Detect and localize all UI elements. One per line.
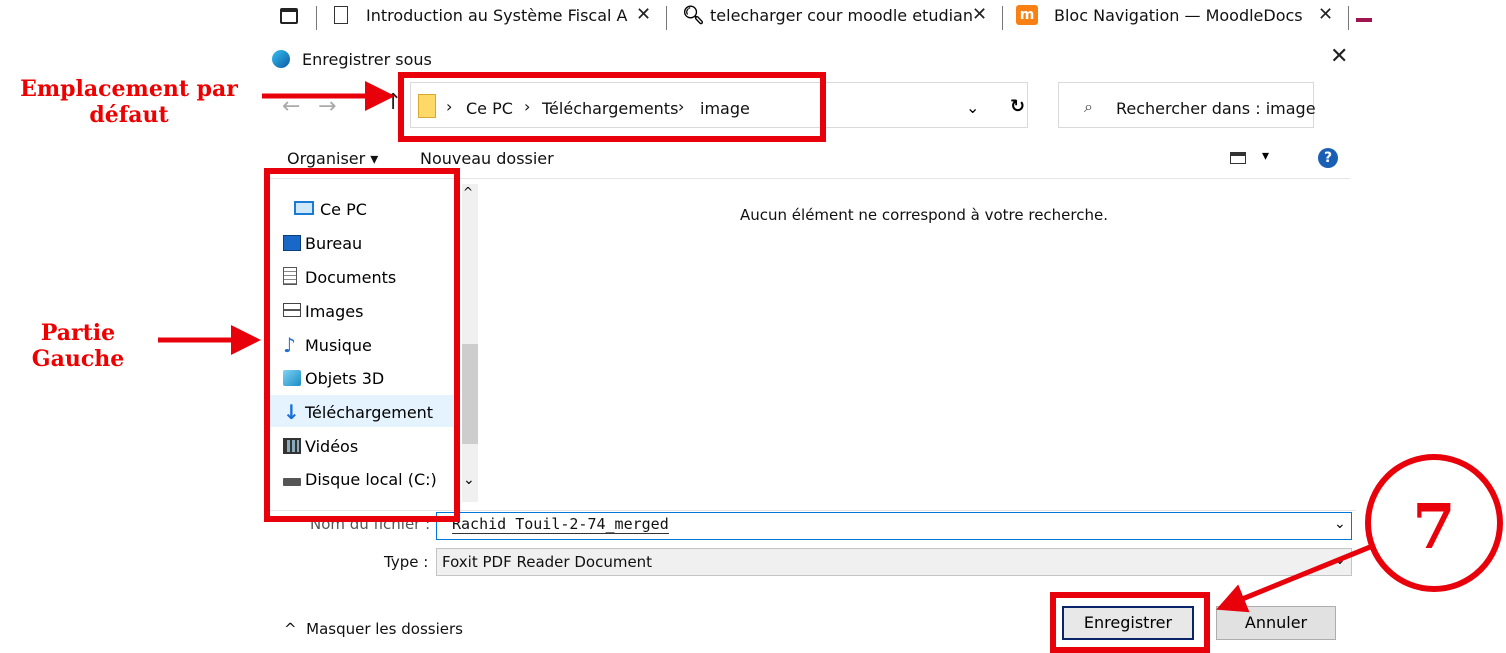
step-arrow — [1216, 542, 1376, 613]
step-number: 7 — [1412, 490, 1455, 563]
annotation-arrows: 7 — [158, 81, 1503, 613]
